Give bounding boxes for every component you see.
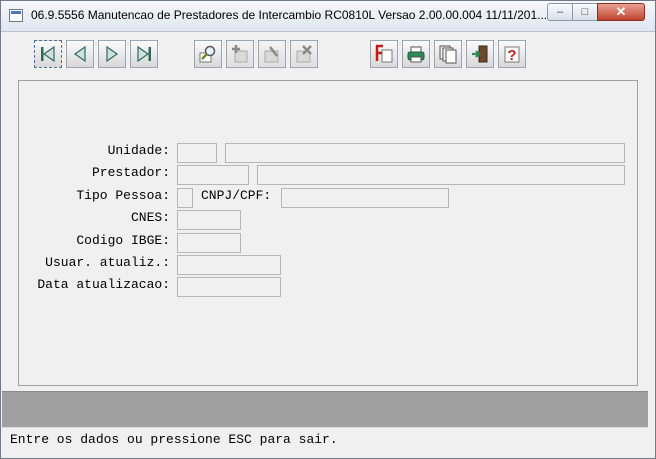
last-record-button[interactable] [130,40,158,68]
form-content: ? Unidade: Prestador: Tipo Pessoa: CNPJ/… [8,32,648,422]
maximize-icon: □ [581,6,589,18]
message-bar: Entre os dados ou pressione ESC para sai… [2,427,648,452]
cnes-label: CNES: [130,210,170,225]
f-filter-icon [375,44,393,63]
exit-door-icon [472,45,488,63]
app-window-icon[interactable] [9,9,23,22]
add-button[interactable] [226,40,254,68]
help-button[interactable]: ? [498,40,526,68]
cnpj-cpf-field[interactable] [281,188,449,208]
close-button[interactable]: ✕ [597,3,645,21]
form-panel: Unidade: Prestador: Tipo Pessoa: CNPJ/CP… [18,80,638,386]
toolbar: ? [18,38,638,72]
status-area [2,391,648,427]
first-record-button[interactable] [34,40,62,68]
first-icon [41,45,55,63]
previous-record-button[interactable] [66,40,94,68]
next-icon [106,45,119,63]
search-button[interactable] [194,40,222,68]
edit-icon [264,46,279,63]
unidade-label: Unidade: [107,143,170,158]
help-icon: ? [504,46,520,64]
printer-icon [407,46,425,63]
filter-button[interactable] [370,40,398,68]
data-atualizacao-field[interactable] [177,277,281,297]
copy-button[interactable] [434,40,462,68]
delete-button[interactable] [290,40,318,68]
print-button[interactable] [402,40,430,68]
minimize-icon: – [556,6,564,18]
unidade-name-field[interactable] [225,143,625,163]
prestador-name-field[interactable] [257,165,625,185]
copy-pages-icon [439,45,457,64]
usuar-atualiz-field[interactable] [177,255,281,275]
tipo-pessoa-label: Tipo Pessoa: [76,188,170,203]
exit-button[interactable] [466,40,494,68]
codigo-ibge-label: Codigo IBGE: [76,233,170,248]
add-icon [232,45,248,63]
application-window: 06.9.5556 Manutencao de Prestadores de I… [0,0,656,459]
title-bar[interactable]: 06.9.5556 Manutencao de Prestadores de I… [1,1,655,32]
prev-icon [73,45,86,63]
minimize-button[interactable]: – [547,3,573,21]
maximize-button[interactable]: □ [572,3,598,21]
edit-button[interactable] [258,40,286,68]
last-icon [137,45,151,63]
window-title: 06.9.5556 Manutencao de Prestadores de I… [31,8,548,22]
close-icon: ✕ [615,4,627,19]
svg-text:?: ? [507,47,516,64]
magnifier-icon [199,45,216,63]
next-record-button[interactable] [98,40,126,68]
status-message: Entre os dados ou pressione ESC para sai… [10,432,338,447]
usuar-atualiz-label: Usuar. atualiz.: [45,255,170,270]
tipo-pessoa-field[interactable] [177,188,193,208]
delete-icon [296,45,312,63]
prestador-code-field[interactable] [177,165,249,185]
data-atualizacao-label: Data atualizacao: [37,277,170,292]
cnpj-cpf-label: CNPJ/CPF: [201,188,272,203]
prestador-label: Prestador: [91,165,170,180]
cnes-field[interactable] [177,210,241,230]
codigo-ibge-field[interactable] [177,233,241,253]
unidade-code-field[interactable] [177,143,217,163]
